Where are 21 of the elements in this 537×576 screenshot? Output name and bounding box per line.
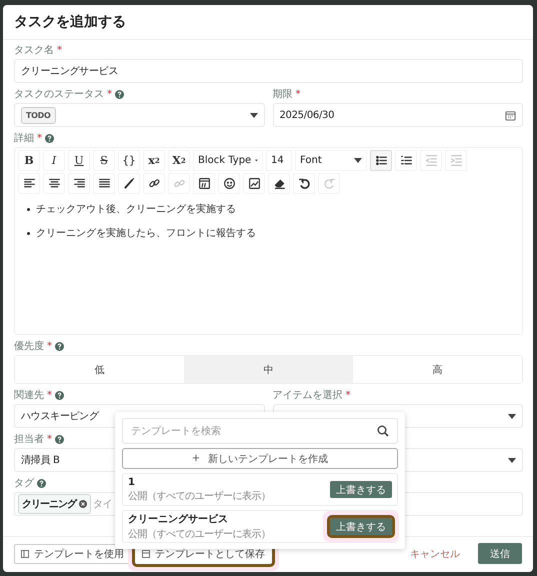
dialog-title: タスクを追加する bbox=[14, 14, 126, 30]
field-label: 詳細 bbox=[14, 132, 34, 145]
field-label: タスク名 bbox=[14, 44, 54, 57]
required-mark: * bbox=[47, 390, 52, 400]
tag-input-placeholder: タイ bbox=[93, 498, 112, 511]
field-label: 担当者 bbox=[14, 432, 44, 446]
required-mark: * bbox=[107, 88, 112, 100]
required-mark: * bbox=[47, 340, 52, 352]
required-mark: * bbox=[57, 44, 62, 56]
list-item-text: クリーニングを実施したら、フロントに報告する bbox=[36, 226, 256, 240]
field-label: 関連先 bbox=[14, 388, 44, 402]
list-item-text: チェックアウト後、クリーニングを実施する bbox=[36, 202, 236, 216]
field-label: 期限 bbox=[272, 88, 292, 101]
field-label: アイテムを選択 bbox=[272, 389, 342, 402]
required-mark: * bbox=[37, 132, 42, 144]
required-mark: * bbox=[346, 390, 350, 400]
field-label: タグ bbox=[14, 477, 34, 490]
required-mark: * bbox=[296, 88, 300, 100]
field-label: タスクのステータス bbox=[14, 88, 104, 101]
field-label: 優先度 bbox=[14, 340, 44, 353]
required-mark: * bbox=[47, 434, 52, 444]
